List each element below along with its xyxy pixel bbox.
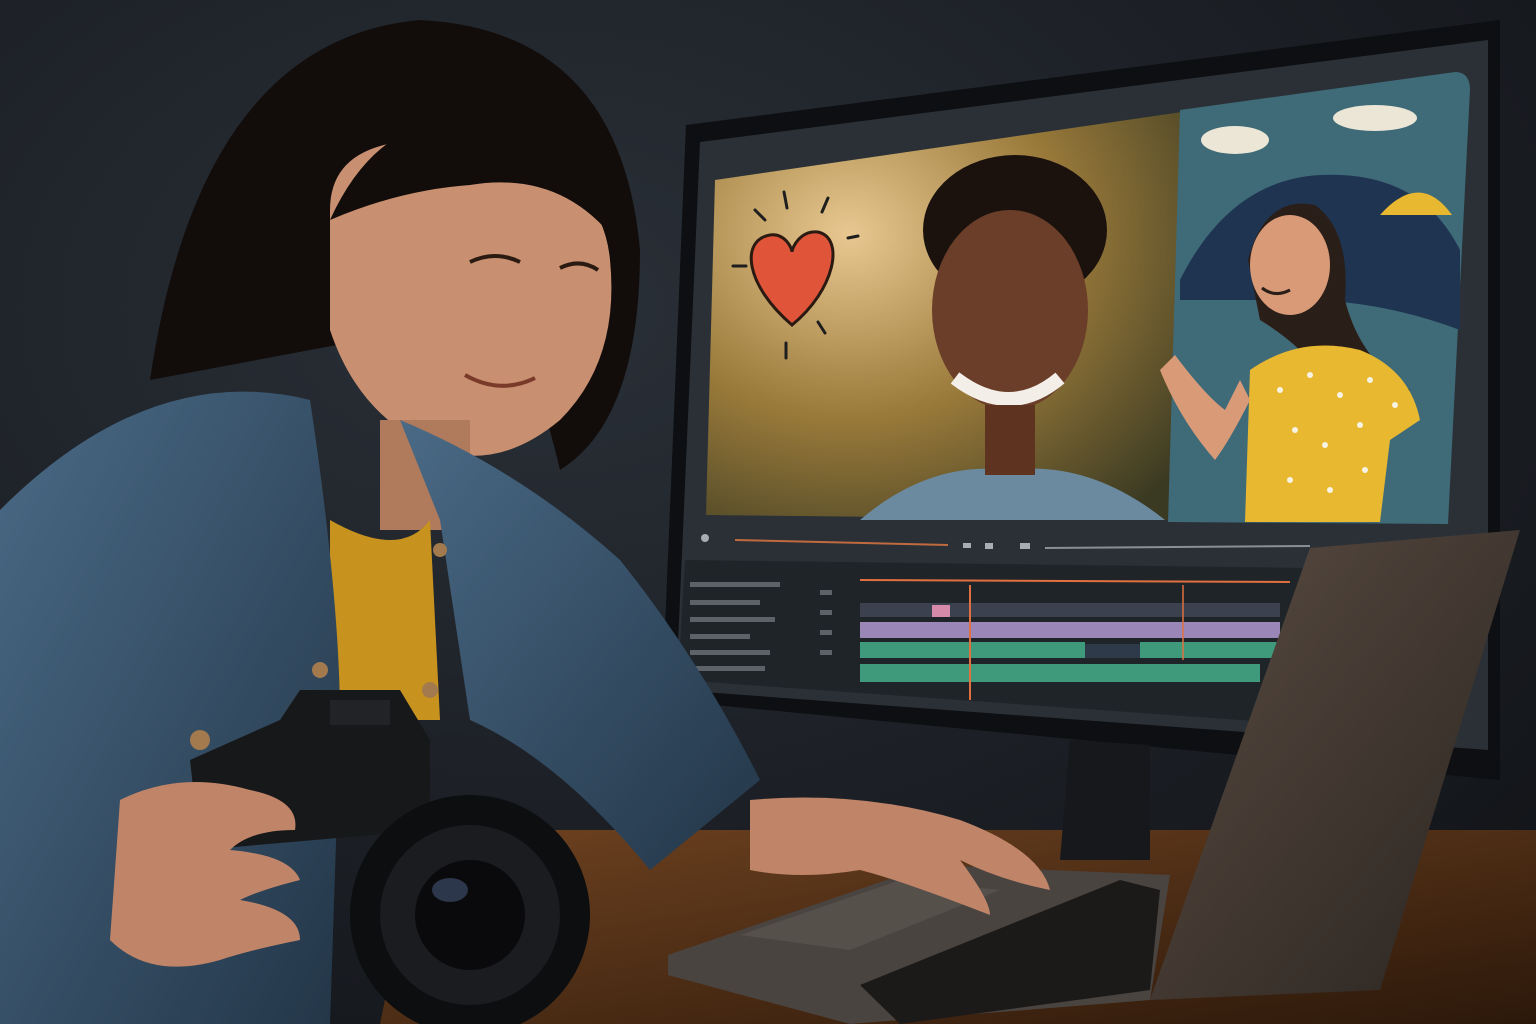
scene-illustration: [0, 0, 1536, 1024]
track-3b[interactable]: [1140, 642, 1280, 658]
track-2[interactable]: [860, 622, 1280, 638]
video-preview-photo[interactable]: [706, 112, 1182, 520]
next-frame-icon[interactable]: [1020, 543, 1030, 549]
video-preview-illustration[interactable]: [1160, 72, 1470, 524]
photo-scene: [0, 0, 1536, 1024]
pause-icon[interactable]: [985, 543, 993, 549]
track-3[interactable]: [860, 642, 1085, 658]
track-1[interactable]: [860, 603, 1280, 617]
track-3-gap[interactable]: [1085, 644, 1140, 658]
track-clip-pink[interactable]: [932, 605, 950, 617]
play-icon[interactable]: [701, 534, 709, 542]
prev-frame-icon[interactable]: [963, 543, 971, 548]
track-4[interactable]: [860, 664, 1260, 682]
